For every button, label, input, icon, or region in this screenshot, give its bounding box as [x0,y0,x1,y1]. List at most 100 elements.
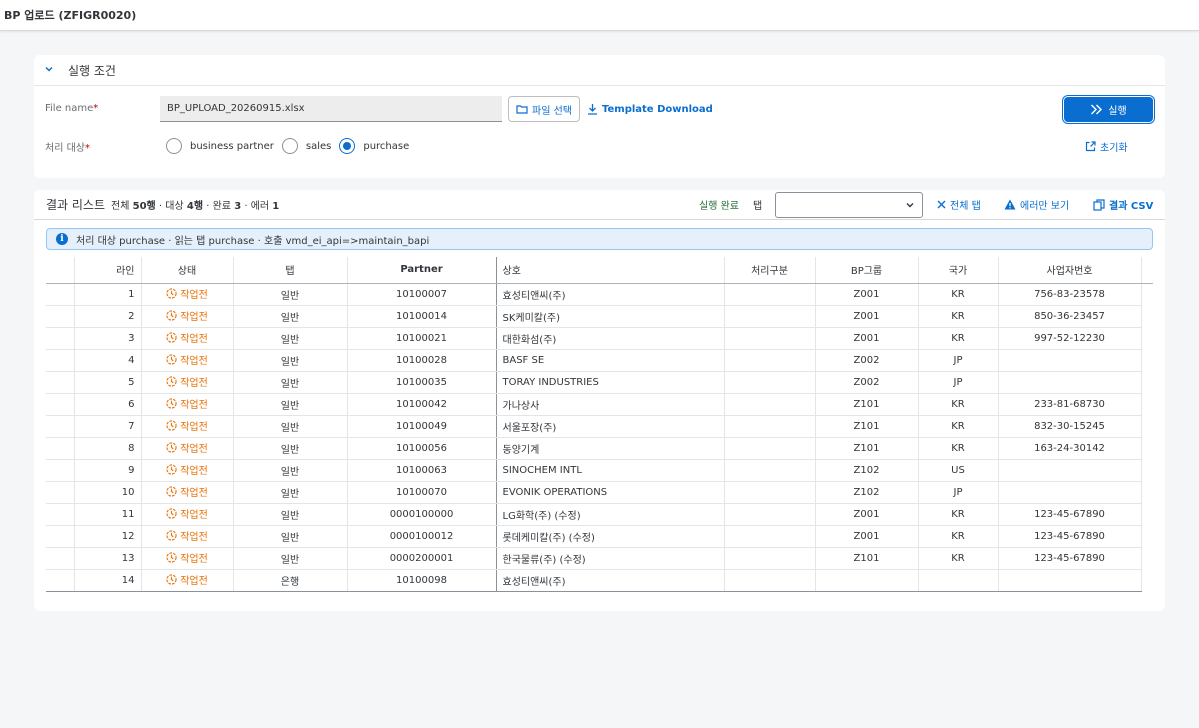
row-selector[interactable] [46,437,75,460]
row-selector[interactable] [46,349,75,372]
cell-bp-group: Z101 [815,415,919,438]
cell-bp-group [815,569,919,592]
row-selector[interactable] [46,503,75,526]
column-header-bp-group[interactable]: BP그룹 [815,257,919,284]
column-header-country[interactable]: 국가 [918,257,999,284]
cell-partner: 10100028 [347,349,497,372]
folder-icon [516,105,528,114]
row-selector[interactable] [46,547,75,570]
column-header-line[interactable]: 라인 [74,257,142,284]
status-label: 작업전 [180,576,208,587]
cell-processing [724,547,816,570]
table-row[interactable]: 5 작업전 일반 10100035 TORAY INDUSTRIES Z002 JP [46,371,1153,394]
row-selector[interactable] [46,393,75,416]
cell-partner: 0000100000 [347,503,497,526]
table-row[interactable]: 10 작업전 일반 10100070 EVONIK OPERATIONS Z102 JP [46,481,1153,504]
row-selector[interactable] [46,327,75,350]
column-header-partner[interactable]: Partner [347,257,497,284]
row-selector[interactable] [46,525,75,548]
tab-filter-select[interactable] [775,192,923,218]
all-tabs-button[interactable]: 전체 탭 [937,197,981,212]
table-row[interactable]: 2 작업전 일반 10100014 SK케미칼(주) Z001 KR 850-36-23457 [46,305,1153,328]
chevron-down-icon[interactable] [44,64,58,77]
radio-sales[interactable] [281,138,298,154]
cell-status: 작업전 [141,415,234,438]
shell-bar: BP 업로드 (ZFIGR0020) [0,0,1199,31]
table-row[interactable]: 11 작업전 일반 0000100000 LG화학(주) (수정) Z001 KR 123-4… [46,503,1153,526]
cell-bizno [998,569,1142,592]
row-selector[interactable] [46,283,75,306]
table-row[interactable]: 8 작업전 일반 10100056 동양기계 Z101 KR 163-24-30142 [46,437,1153,460]
cell-tab: 일반 [233,327,348,350]
file-name-label: File name* [45,102,99,114]
cell-country: KR [918,547,999,570]
cell-line: 12 [74,525,142,548]
cell-line: 1 [74,283,142,306]
warning-icon [1004,199,1016,210]
row-selector[interactable] [46,459,75,482]
file-select-button[interactable]: 파일 선택 [508,96,580,122]
cell-line: 14 [74,569,142,592]
row-selector[interactable] [46,305,75,328]
table-row[interactable]: 3 작업전 일반 10100021 대한화섬(주) Z001 KR 997-52-12230 [46,327,1153,350]
row-selector[interactable] [46,371,75,394]
column-header-bizno[interactable]: 사업자번호 [998,257,1142,284]
table-row[interactable]: 13 작업전 일반 0000200001 한국물류(주) (수정) Z101 KR 123-4… [46,547,1153,570]
template-download-link[interactable]: Template Download [587,103,713,115]
clock-icon [166,530,177,541]
cell-line: 7 [74,415,142,438]
reset-link[interactable]: 초기화 [1085,139,1128,154]
file-select-label: 파일 선택 [532,105,572,117]
cell-bizno: 123-45-67890 [998,525,1142,548]
clock-icon [166,288,177,299]
cell-tab: 일반 [233,283,348,306]
radio-business-partner[interactable] [166,138,182,154]
cell-status: 작업전 [141,459,234,482]
cell-line: 13 [74,547,142,570]
cell-name: TORAY INDUSTRIES [496,371,725,394]
column-header-processing[interactable]: 처리구분 [724,257,816,284]
cell-bp-group: Z001 [815,305,919,328]
status-label: 작업전 [180,378,208,389]
table-row[interactable]: 7 작업전 일반 10100049 서울포장(주) Z101 KR 832-30-15245 [46,415,1153,438]
cell-tab: 일반 [233,525,348,548]
radio-sales-label[interactable]: sales [306,141,331,152]
cell-name: 대한화섬(주) [496,327,725,350]
reset-icon [1085,140,1096,151]
radio-business-partner-label[interactable]: business partner [190,141,274,152]
table-row[interactable]: 6 작업전 일반 10100042 가나상사 Z101 KR 233-81-68730 [46,393,1153,416]
conditions-header[interactable]: 실행 조건 [34,55,1165,86]
row-selector[interactable] [46,415,75,438]
row-selector-header[interactable] [46,257,75,284]
cell-partner: 10100035 [347,371,497,394]
cell-name: 가나상사 [496,393,725,416]
cell-partner: 0000200001 [347,547,497,570]
column-header-name[interactable]: 상호 [496,257,725,284]
column-header-status[interactable]: 상태 [141,257,234,284]
file-name-input[interactable]: BP_UPLOAD_20260915.xlsx [160,96,502,122]
radio-purchase-label[interactable]: purchase [363,141,409,152]
row-selector[interactable] [46,481,75,504]
row-selector[interactable] [46,569,75,592]
table-row[interactable]: 12 작업전 일반 0000100012 롯데케미칼(주) (수정) Z001 KR 123-… [46,525,1153,548]
cell-name: LG화학(주) (수정) [496,503,725,526]
table-row[interactable]: 14 작업전 은행 10100098 효성티앤씨(주) [46,569,1153,592]
column-header-tab[interactable]: 탭 [233,257,348,284]
csv-button[interactable]: 결과 CSV [1093,197,1153,212]
cell-tab: 일반 [233,437,348,460]
table-row[interactable]: 9 작업전 일반 10100063 SINOCHEM INTL Z102 US [46,459,1153,482]
run-button[interactable]: 실행 [1064,97,1153,122]
cell-bizno [998,349,1142,372]
cell-processing [724,481,816,504]
cell-tab: 일반 [233,415,348,438]
cell-name: 롯데케미칼(주) (수정) [496,525,725,548]
cell-line: 2 [74,305,142,328]
cell-bp-group: Z102 [815,459,919,482]
table-row[interactable]: 4 작업전 일반 10100028 BASF SE Z002 JP [46,349,1153,372]
table-row[interactable]: 1 작업전 일반 10100007 효성티앤씨(주) Z001 KR 756-83-23578 [46,283,1153,306]
radio-purchase[interactable] [339,138,356,154]
double-chevron-right-icon [1091,104,1103,115]
cell-bp-group: Z002 [815,349,919,372]
errors-only-button[interactable]: 에러만 보기 [1004,197,1069,212]
target-label: 처리 대상* [45,142,90,154]
